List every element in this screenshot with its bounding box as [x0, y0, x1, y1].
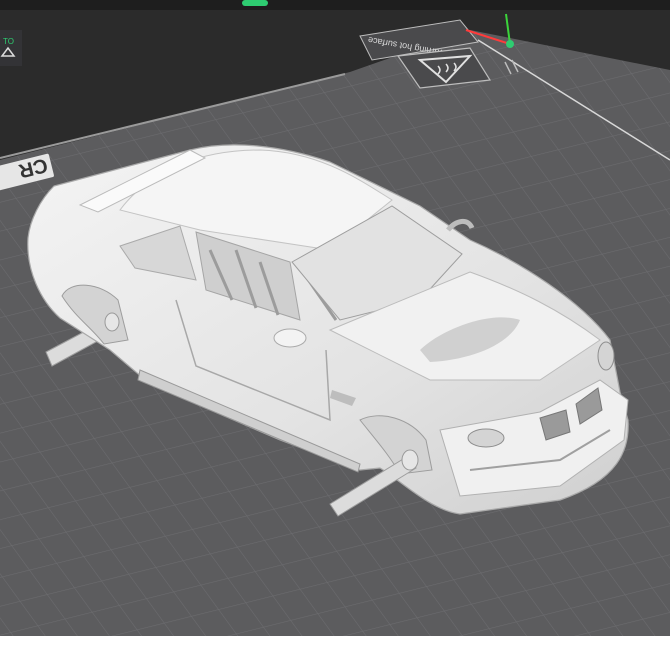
origin-marker: [506, 40, 514, 48]
page-bottom-margin: [0, 636, 670, 670]
viewport-canvas[interactable]: TO CR Warning hot surface: [0, 0, 670, 670]
left-button-label: TO: [3, 37, 14, 46]
top-toolbar-strip: [0, 0, 670, 10]
side-mirror: [273, 328, 307, 348]
headlight-right: [597, 341, 615, 371]
front-hub: [401, 449, 419, 471]
rear-hub: [104, 312, 120, 332]
headlight-left: [467, 428, 505, 448]
view-mode-indicator[interactable]: [242, 0, 268, 6]
left-toolbar-button[interactable]: TO: [0, 30, 22, 66]
3d-viewport[interactable]: TO CR Warning hot surface: [0, 0, 670, 670]
